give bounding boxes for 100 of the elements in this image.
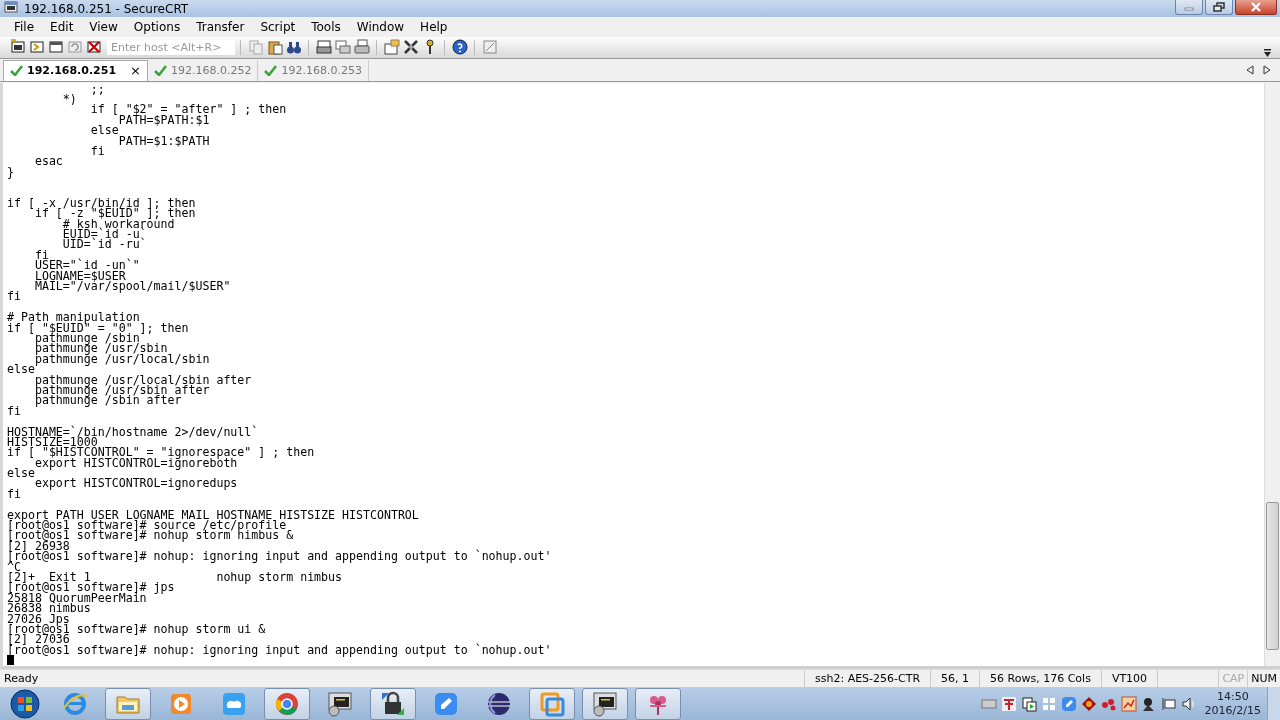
binoculars-icon[interactable] xyxy=(285,39,302,56)
terminal-line: *) xyxy=(61,94,77,105)
terminal-line: 25818 QuorumPeerMain xyxy=(7,592,147,604)
terminal-line: fi xyxy=(33,249,49,261)
terminal-line: pathmunge /usr/local/sbin after xyxy=(34,374,252,385)
menu-item[interactable]: File xyxy=(6,19,43,34)
terminal-line: [root@os1 software]# source /etc/profile xyxy=(7,520,287,531)
window-icon[interactable] xyxy=(47,39,64,56)
terminal-line: export PATH USER LOGNAME MAIL HOSTNAME HISTSIZE HISTCONTROL xyxy=(7,509,419,521)
terminal-line: esac xyxy=(33,156,63,167)
chart-icon[interactable] xyxy=(1120,695,1137,712)
terminal-line: # Path manipulation xyxy=(7,312,140,323)
session-tab[interactable]: 192.168.0.253 xyxy=(258,59,369,81)
taskbar-button[interactable] xyxy=(582,687,628,720)
terminal-line: LOGNAME=$USER xyxy=(33,270,126,282)
print-screen-icon[interactable] xyxy=(334,39,351,56)
scrollbar[interactable] xyxy=(1264,82,1280,666)
restore-icon xyxy=(1213,2,1225,12)
speaker-icon[interactable] xyxy=(1180,695,1197,712)
window-title: 192.168.0.251 - SecureCRT xyxy=(24,1,190,16)
tab-label: 192.168.0.253 xyxy=(281,63,362,77)
terminal-line: else xyxy=(89,125,119,136)
menu-item[interactable]: Script xyxy=(252,19,304,34)
overflow-arrow-icon[interactable] xyxy=(1263,47,1272,58)
connect-icon[interactable] xyxy=(9,39,26,56)
tools-icon[interactable] xyxy=(402,39,419,56)
tab-close-button[interactable]: × xyxy=(130,63,141,79)
terminal-line: UID=`id -ru` xyxy=(61,239,147,250)
terminal-line: if [ -z "$EUID" ]; then xyxy=(33,208,196,219)
menu-item[interactable]: Transfer xyxy=(188,19,253,34)
terminal-line: MAIL="/var/spool/mail/$USER" xyxy=(33,281,231,292)
start-button[interactable] xyxy=(8,687,42,720)
terminal-line: else xyxy=(7,364,35,375)
terminal-line: [2]+ Exit 1 nohup storm nimbus xyxy=(7,572,343,583)
terminal-line: [root@os1 software]# nohup storm ui & xyxy=(7,623,266,635)
menu-item[interactable]: Edit xyxy=(42,19,82,34)
quick-connect-icon[interactable] xyxy=(28,39,45,56)
tab-label: 192.168.0.252 xyxy=(171,63,252,77)
menu-item[interactable]: Help xyxy=(412,19,456,34)
terminal-line: fi xyxy=(7,291,21,302)
app-icon xyxy=(4,0,18,14)
terminal-line: fi xyxy=(7,405,21,417)
padlock-icon xyxy=(379,689,407,718)
scroll-left-icon[interactable] xyxy=(1246,65,1254,76)
pen-icon[interactable] xyxy=(1060,695,1077,712)
clipboard-icon[interactable] xyxy=(266,39,283,56)
terminal-line: HISTSIZE=1000 xyxy=(7,436,98,448)
terminal-line: else xyxy=(7,468,35,479)
help-icon[interactable] xyxy=(451,39,468,56)
terminal-lock-icon xyxy=(326,689,354,718)
copy-play-icon[interactable] xyxy=(1020,695,1037,712)
figure-icon[interactable] xyxy=(1140,695,1157,712)
session-tab[interactable]: 192.168.0.251 × xyxy=(3,59,148,81)
printer-icon[interactable] xyxy=(315,39,332,56)
host-field[interactable]: Enter host <Alt+R> xyxy=(107,39,235,55)
terminal-line: pathmunge /sbin xyxy=(33,333,140,344)
clock-date[interactable]: 2016/2/15 xyxy=(1204,703,1261,718)
terminal-line: [root@os1 software]# jps xyxy=(7,582,175,593)
terminal-line: [root@os1 software]# nohup storm nimbus & xyxy=(7,530,294,541)
close-button[interactable] xyxy=(1235,0,1277,15)
terminal-line: pathmunge /usr/local/sbin xyxy=(34,353,210,365)
terminal-line: if [ "$EUID" = "0" ]; then xyxy=(7,322,189,333)
menu-item[interactable]: Options xyxy=(125,19,189,34)
clock-time[interactable]: 14:50 xyxy=(1216,689,1249,704)
terminal-lock-icon xyxy=(591,689,619,718)
terminal-line: HOSTNAME=`/bin/hostname 2>/dev/null` xyxy=(7,426,259,437)
terminal-line: if [ -x /usr/bin/id ]; then xyxy=(7,197,196,209)
terminal-line: [2] 26938 xyxy=(7,540,70,552)
diamond-icon[interactable] xyxy=(1080,695,1097,712)
session-tab[interactable]: 192.168.0.252 xyxy=(148,59,259,81)
taskbar-button[interactable] xyxy=(370,687,416,720)
menu-item[interactable]: View xyxy=(81,19,126,34)
terminal-line: pathmunge /usr/sbin xyxy=(33,343,168,354)
terminal-line: pathmunge /sbin after xyxy=(33,395,182,406)
terminal-line: if [ "$HISTCONTROL" = "ignorespace" ] ; then xyxy=(7,447,315,458)
terminal-line: 27026 Jps xyxy=(7,613,70,624)
terminal-line: pathmunge /usr/sbin after xyxy=(33,384,210,396)
scroll-right-icon[interactable] xyxy=(1263,65,1271,76)
terminal-line: ;; xyxy=(89,83,105,95)
terminal-line: ^C xyxy=(7,561,21,572)
terminal-line: PATH=$PATH:$1 xyxy=(118,114,210,126)
window-icon[interactable] xyxy=(481,39,498,56)
menu-item[interactable]: Tools xyxy=(303,19,349,34)
terminal-line: USER="`id -un`" xyxy=(33,260,140,271)
restore-button[interactable] xyxy=(1205,0,1233,15)
terminal-line: export HISTCONTROL=ignoreboth xyxy=(34,457,238,469)
disconnect-icon[interactable] xyxy=(85,39,102,56)
printer-icon[interactable] xyxy=(353,39,370,56)
terminal-line: PATH=$1:$PATH xyxy=(118,135,210,146)
scrollbar-thumb[interactable] xyxy=(1266,502,1279,650)
menu-item[interactable]: Window xyxy=(348,19,413,34)
terminal-line: 26838 nimbus xyxy=(7,603,91,614)
terminal-line: fi xyxy=(7,488,21,500)
terminal-line: if [ "$2" = "after" ] ; then xyxy=(89,104,287,115)
network-icon[interactable] xyxy=(1160,695,1177,712)
terminal-line: export HISTCONTROL=ignoredups xyxy=(34,478,238,489)
terminal-line: [2] 27036 xyxy=(7,634,70,645)
terminal-line: [root@os1 software]# nohup: ignoring input and appending output to `nohup.out' xyxy=(7,551,552,562)
status-message: Ready xyxy=(3,672,40,685)
terminal-line: fi xyxy=(89,145,105,157)
